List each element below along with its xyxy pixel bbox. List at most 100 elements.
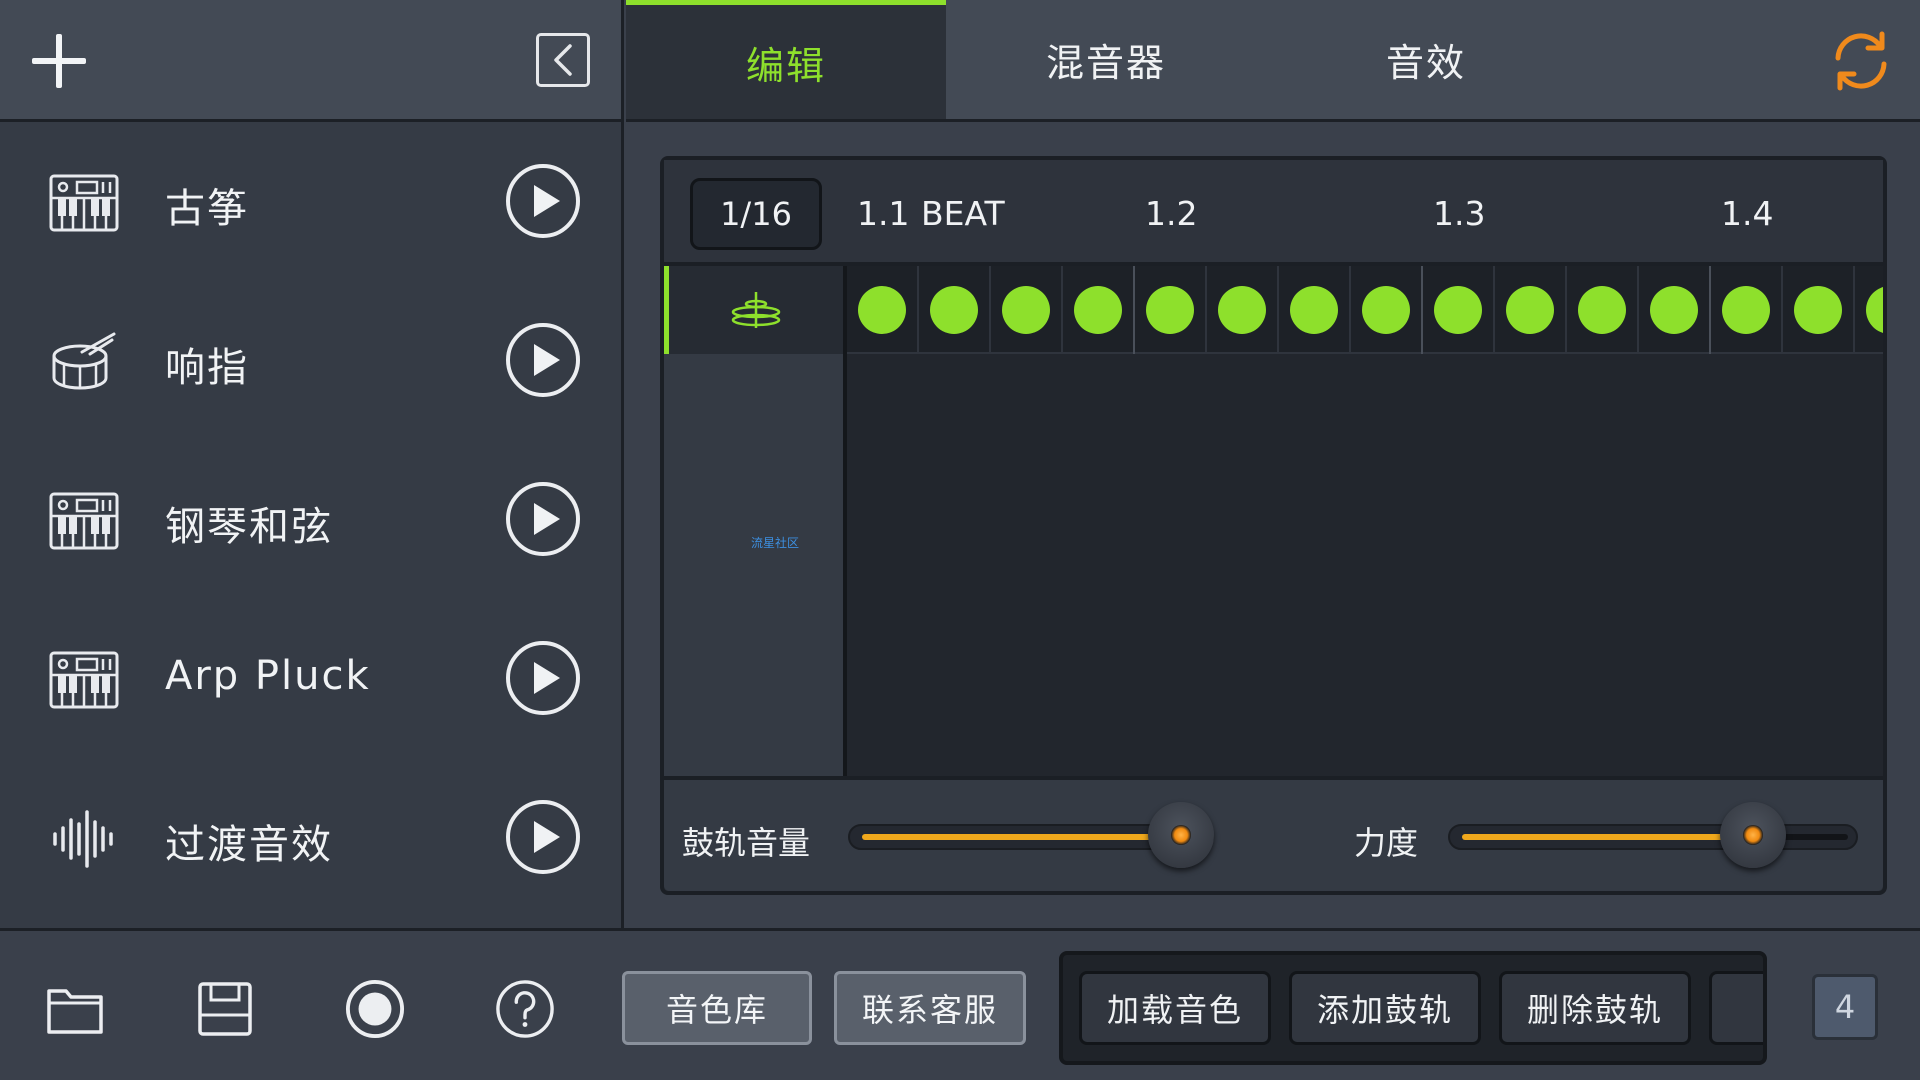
keyboard-icon [48, 172, 120, 234]
volume-slider-fill [862, 834, 1183, 840]
sidebar-header [0, 0, 621, 122]
track-list [664, 266, 847, 776]
step-cell[interactable] [1567, 266, 1639, 354]
tab-mixer[interactable]: 混音器 [946, 0, 1266, 119]
track-action-group: 加载音色 添加鼓轨 删除鼓轨 [1059, 951, 1767, 1065]
drum-sequencer: 1/16 1.1 BEAT 1.2 1.3 1.4 鼓轨音量 力度 [660, 156, 1887, 895]
instrument-row[interactable]: 古筝 [0, 124, 621, 283]
record-icon [345, 979, 405, 1039]
step-cell[interactable] [1351, 266, 1423, 354]
velocity-slider-knob[interactable] [1720, 802, 1786, 868]
play-button[interactable] [506, 323, 580, 397]
play-button[interactable] [506, 164, 580, 238]
watermark: 流星社区 [751, 536, 800, 550]
step-cell[interactable] [1783, 266, 1855, 354]
step-cell[interactable] [847, 266, 919, 354]
beat-label: 1.4 [1721, 194, 1774, 233]
page-count-badge[interactable]: 4 [1812, 974, 1878, 1040]
step-row [847, 266, 1883, 354]
volume-slider-knob[interactable] [1148, 802, 1214, 868]
active-step-dot [1794, 286, 1842, 334]
chevron-left-icon [554, 44, 572, 76]
help-button[interactable] [495, 979, 555, 1039]
record-button[interactable] [345, 979, 405, 1039]
step-cell[interactable] [1279, 266, 1351, 354]
active-step-dot [930, 286, 978, 334]
tab-bar: 编辑 混音器 音效 [626, 0, 1920, 122]
save-icon [198, 982, 252, 1036]
active-step-dot [1578, 286, 1626, 334]
active-step-dot [1506, 286, 1554, 334]
play-button[interactable] [506, 641, 580, 715]
contact-support-button[interactable]: 联系客服 [834, 971, 1026, 1045]
play-button[interactable] [506, 482, 580, 556]
more-action-button[interactable] [1709, 971, 1763, 1045]
sound-library-button[interactable]: 音色库 [622, 971, 812, 1045]
keyboard-icon [48, 490, 120, 552]
instrument-row[interactable]: 钢琴和弦 [0, 442, 621, 601]
sync-button[interactable] [1828, 28, 1894, 94]
save-button[interactable] [195, 979, 255, 1039]
keyboard-icon [48, 649, 120, 711]
instrument-name: 过渡音效 [165, 822, 333, 868]
help-icon [496, 980, 554, 1038]
collapse-sidebar-button[interactable] [536, 33, 590, 87]
step-cell[interactable] [1063, 266, 1135, 354]
step-grid [847, 266, 1883, 776]
beat-label: 1.1 [857, 194, 910, 233]
active-step-dot [1362, 286, 1410, 334]
grid-resolution-button[interactable]: 1/16 [690, 178, 822, 250]
step-cell[interactable] [1423, 266, 1495, 354]
active-step-dot [1434, 286, 1482, 334]
beat-label: 1.2 [1145, 194, 1198, 233]
step-cell[interactable] [1495, 266, 1567, 354]
active-step-dot [858, 286, 906, 334]
volume-label: 鼓轨音量 [682, 824, 811, 862]
active-step-dot [1146, 286, 1194, 334]
instrument-name: 响指 [165, 345, 249, 391]
step-cell[interactable] [1855, 266, 1883, 354]
beat-label: 1.3 [1433, 194, 1486, 233]
active-step-dot [1722, 286, 1770, 334]
folder-icon [47, 989, 103, 1034]
sequencer-ruler: 1/16 1.1 BEAT 1.2 1.3 1.4 [664, 160, 1883, 266]
open-folder-button[interactable] [45, 979, 105, 1039]
active-step-dot [1866, 286, 1883, 334]
step-cell[interactable] [1711, 266, 1783, 354]
active-step-dot [1074, 286, 1122, 334]
tab-edit[interactable]: 编辑 [626, 0, 946, 119]
delete-drum-track-button[interactable]: 删除鼓轨 [1499, 971, 1691, 1045]
step-cell[interactable] [1207, 266, 1279, 354]
step-cell[interactable] [1135, 266, 1207, 354]
instrument-row[interactable]: 响指 [0, 283, 621, 442]
beat-label: BEAT [921, 194, 1005, 233]
track-header[interactable] [664, 266, 843, 354]
add-drum-track-button[interactable]: 添加鼓轨 [1289, 971, 1481, 1045]
instrument-sidebar: 古筝 响指 钢琴和弦 Arp Pluck 过渡音效 [0, 0, 624, 928]
add-instrument-button[interactable] [30, 32, 88, 90]
drum-icon [48, 331, 120, 393]
tab-effects[interactable]: 音效 [1266, 0, 1586, 119]
active-step-dot [1650, 286, 1698, 334]
instrument-row[interactable]: Arp Pluck [0, 601, 621, 760]
load-sound-button[interactable]: 加载音色 [1079, 971, 1271, 1045]
bottom-toolbar: 音色库 联系客服 加载音色 添加鼓轨 删除鼓轨 4 [0, 928, 1920, 1080]
step-cell[interactable] [919, 266, 991, 354]
instrument-name: 古筝 [165, 186, 249, 232]
cymbal-icon [731, 292, 781, 328]
instrument-list: 古筝 响指 钢琴和弦 Arp Pluck 过渡音效 [0, 124, 621, 919]
track-controls: 鼓轨音量 力度 [664, 776, 1883, 891]
active-step-dot [1002, 286, 1050, 334]
step-cell[interactable] [991, 266, 1063, 354]
step-cell[interactable] [1639, 266, 1711, 354]
active-step-dot [1218, 286, 1266, 334]
sync-icon [1835, 31, 1887, 91]
instrument-name: 钢琴和弦 [165, 504, 333, 550]
active-step-dot [1290, 286, 1338, 334]
velocity-slider-fill [1462, 834, 1755, 840]
velocity-slider[interactable] [1448, 824, 1858, 850]
velocity-label: 力度 [1354, 824, 1419, 862]
play-button[interactable] [506, 800, 580, 874]
instrument-row[interactable]: 过渡音效 [0, 760, 621, 919]
instrument-name: Arp Pluck [165, 653, 371, 699]
